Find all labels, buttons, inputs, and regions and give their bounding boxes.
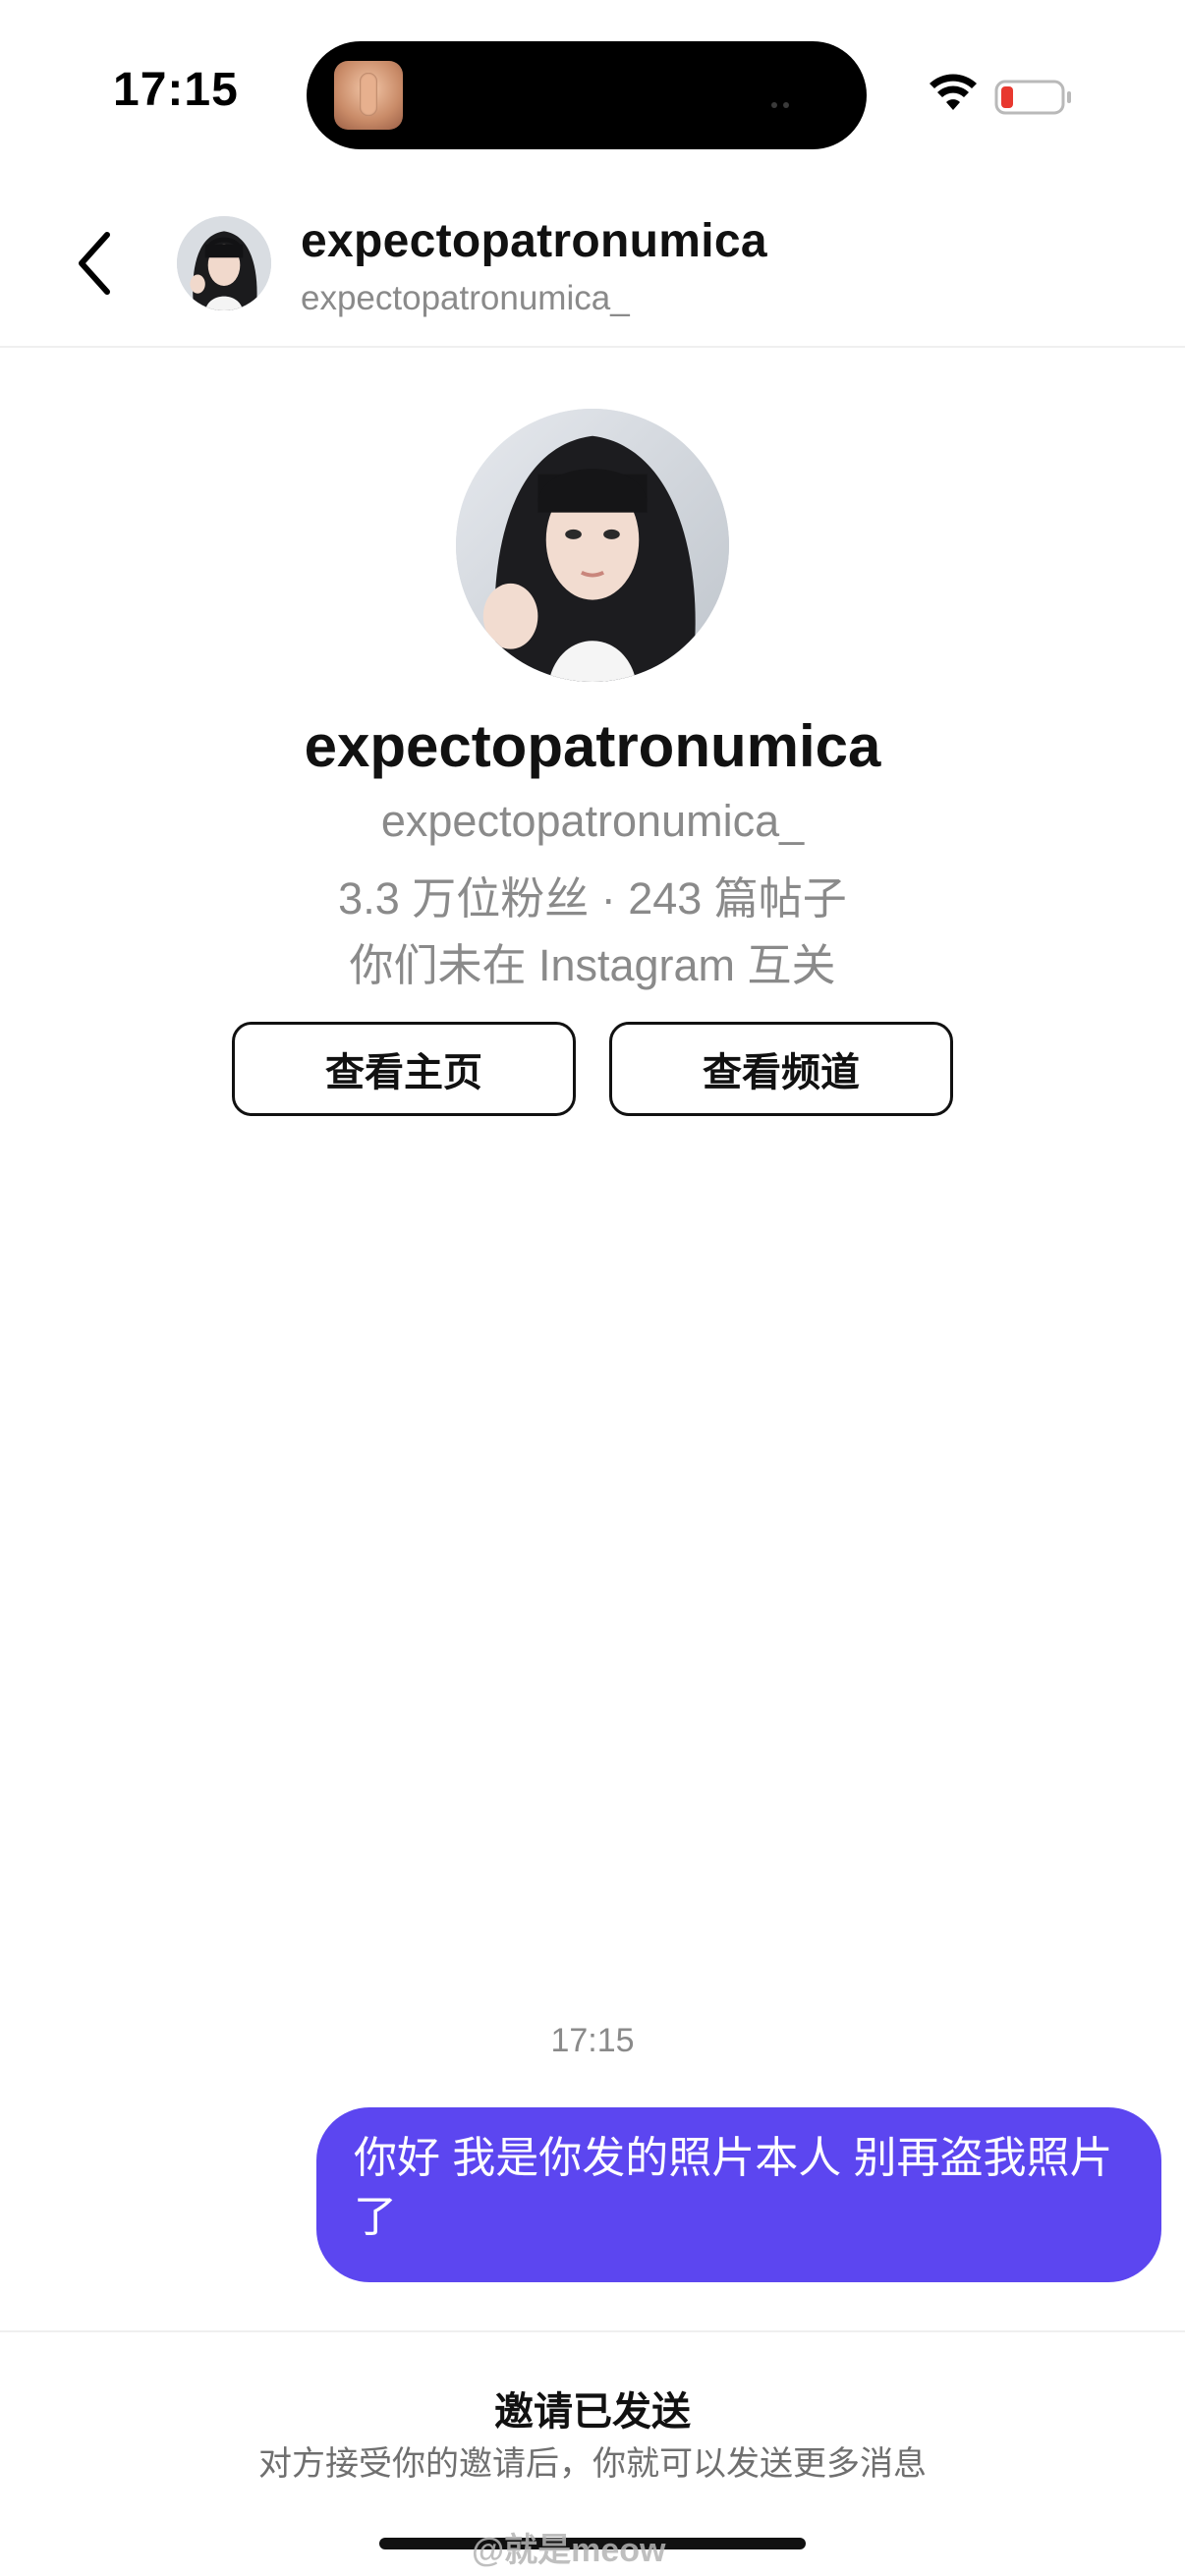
watermark-text: @就是meow (472, 2532, 666, 2569)
header-handle: expectopatronumica_ (301, 279, 630, 317)
camera-indicator-icon (771, 95, 811, 108)
invite-sent-subtitle: 对方接受你的邀请后，你就可以发送更多消息 (258, 2445, 927, 2483)
profile-stats: 3.3 万位粉丝 · 243 篇帖子 (338, 873, 847, 924)
view-profile-button[interactable]: 查看主页 (232, 1022, 576, 1116)
mutual-follow-note: 你们未在 Instagram 互关 (349, 940, 836, 990)
header-divider (0, 346, 1185, 348)
invite-sent-title: 邀请已发送 (494, 2390, 691, 2434)
header-display-name[interactable]: expectopatronumica (301, 214, 767, 268)
header-avatar[interactable] (177, 216, 271, 310)
back-button[interactable] (59, 224, 128, 303)
battery-low-icon (994, 79, 1073, 116)
profile-avatar[interactable] (456, 409, 729, 682)
profile-handle: expectopatronumica_ (380, 796, 805, 846)
view-channel-button[interactable]: 查看频道 (609, 1022, 953, 1116)
status-time: 17:15 (113, 64, 239, 116)
message-timestamp: 17:15 (550, 2022, 635, 2059)
outgoing-message-bubble[interactable]: 你好 我是你发的照片本人 别再盗我照片了 (316, 2107, 1161, 2282)
now-playing-thumbnail[interactable] (334, 61, 403, 130)
profile-display-name: expectopatronumica (304, 713, 881, 779)
wifi-icon (928, 71, 979, 114)
footer-divider (0, 2330, 1185, 2332)
chevron-left-icon (79, 232, 110, 295)
